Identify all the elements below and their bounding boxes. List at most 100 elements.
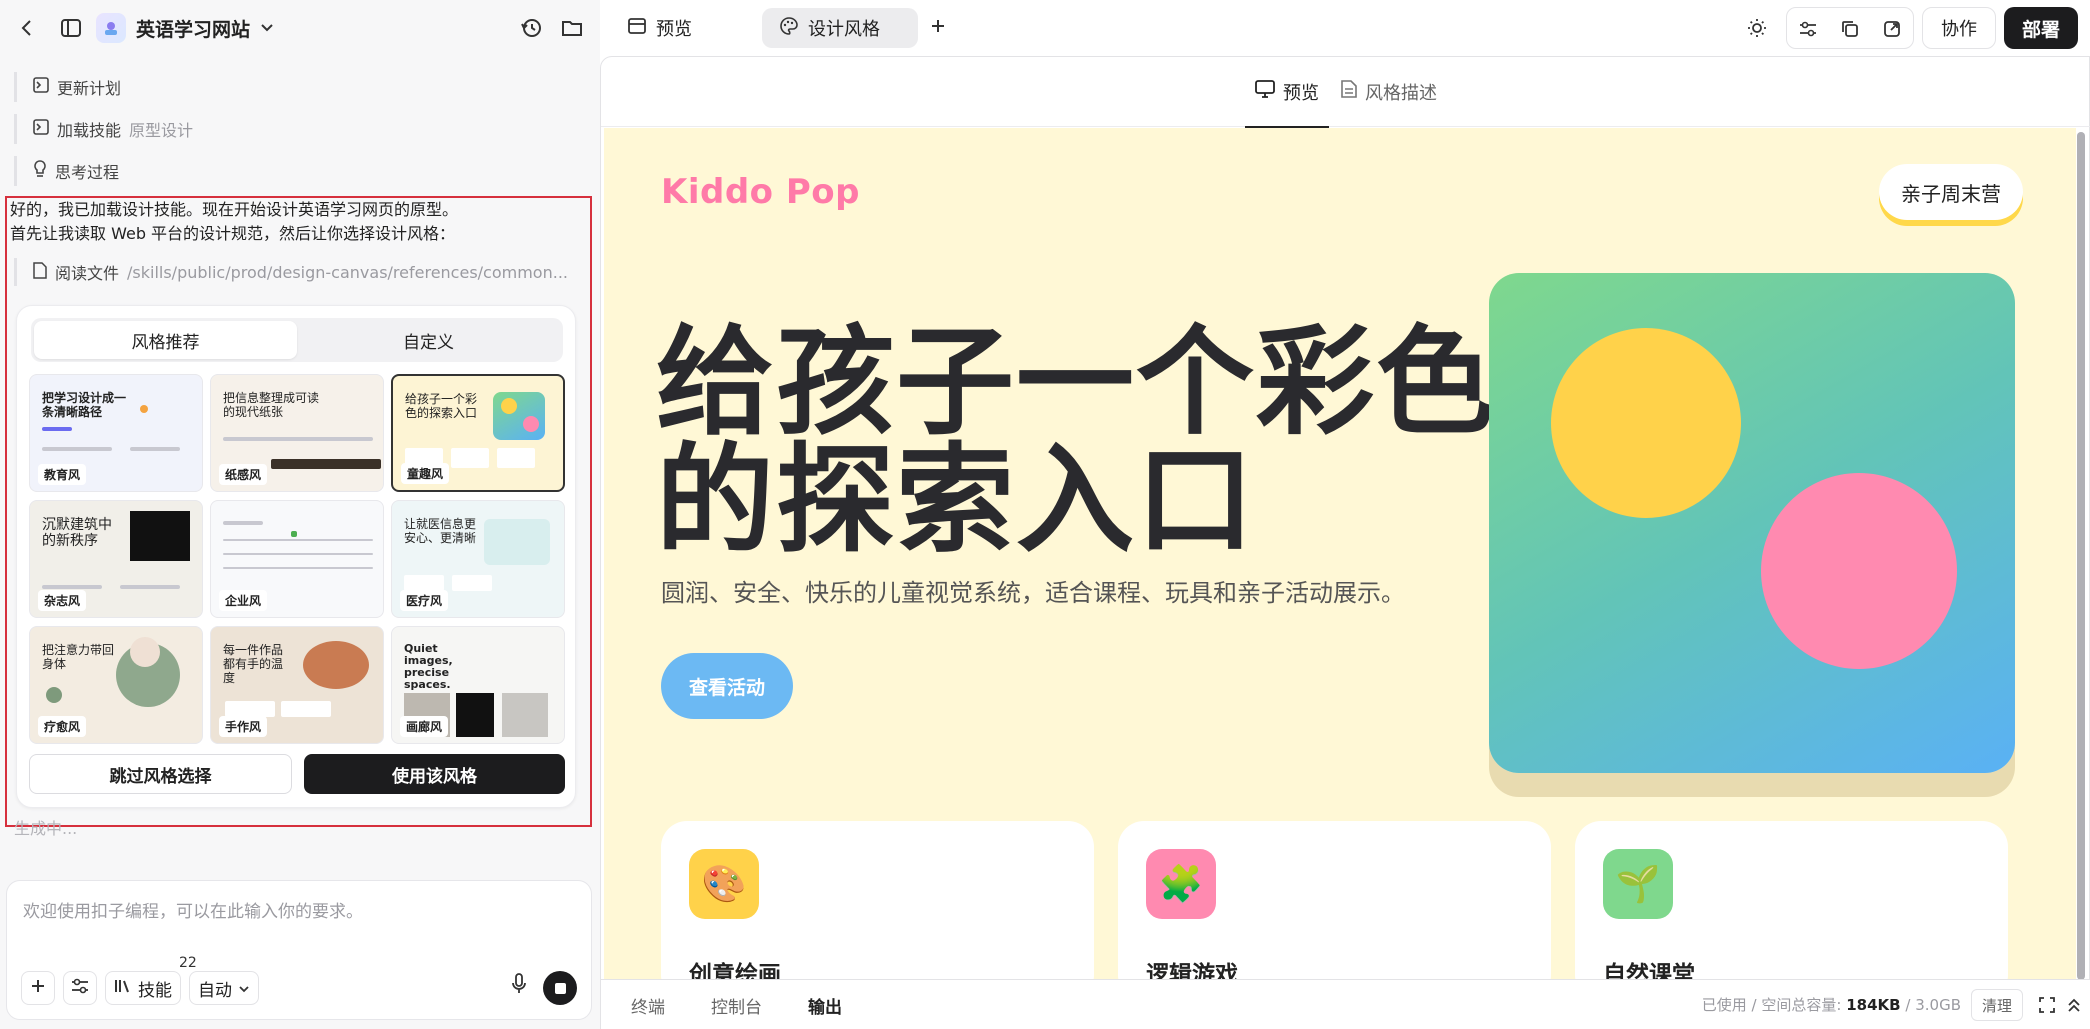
chat-panel: 英语学习网站 更新计划 加载技能 原型设计 思考过程 好的，我已加载设计技能。现 <box>0 0 600 1029</box>
stop-button[interactable] <box>543 971 577 1005</box>
style-label: 企业风 <box>219 590 268 611</box>
style-thumb-healing[interactable]: 把注意力带回身体 疗愈风 <box>29 626 203 744</box>
prompt-placeholder: 欢迎使用扣子编程，可以在此输入你的要求。 <box>23 902 363 922</box>
feature-card[interactable]: 🎨 创意绘画 <box>661 821 1094 980</box>
mode-select[interactable]: 自动 <box>189 971 259 1005</box>
hero-title: 给孩子一个彩色 的探索入口 <box>656 323 1496 559</box>
style-thumb-gallery[interactable]: Quiet images, precise spaces. 画廊风 <box>391 626 565 744</box>
open-external-icon[interactable] <box>1871 8 1913 48</box>
sliders-icon <box>71 978 89 999</box>
weekend-camp-button[interactable]: 亲子周末营 <box>1879 164 2023 220</box>
mic-icon[interactable] <box>511 973 527 999</box>
tab-terminal[interactable]: 终端 <box>631 993 665 1018</box>
read-file-path: /skills/public/prod/design-canvas/refere… <box>127 262 568 282</box>
feature-title: 创意绘画 <box>689 962 781 980</box>
assistant-message-line2: 首先让我读取 Web 平台的设计规范，然后让你选择设计风格： <box>10 224 456 243</box>
skills-button[interactable]: 技能 <box>105 971 181 1005</box>
terminal-icon <box>33 77 49 97</box>
folder-icon[interactable] <box>561 18 583 38</box>
feature-card[interactable]: 🧩 逻辑游戏 <box>1118 821 1551 980</box>
style-thumb-enterprise[interactable]: 企业风 <box>210 500 384 618</box>
add-button[interactable] <box>21 971 55 1005</box>
tab-custom[interactable]: 自定义 <box>297 321 560 359</box>
style-label: 童趣风 <box>401 463 450 484</box>
tab-console[interactable]: 控制台 <box>711 993 762 1018</box>
style-thumb-medical[interactable]: 让就医信息更安心、更清晰 医疗风 <box>391 500 565 618</box>
sprout-icon: 🌱 <box>1603 849 1673 919</box>
deploy-button[interactable]: 部署 <box>2003 7 2078 49</box>
hero-title-line1: 给孩子一个彩色 <box>656 313 1497 451</box>
status-text: 生成中... <box>14 819 78 838</box>
tab-design-style[interactable]: 设计风格 <box>762 8 918 48</box>
style-thumb-magazine[interactable]: 沉默建筑中的新秩序 杂志风 <box>29 500 203 618</box>
preview-frame: 预览 风格描述 Kiddo Pop 亲子周末营 给孩子一个彩色 的探索入口 圆润… <box>600 56 2090 1029</box>
step-label: 加载技能 <box>57 121 122 140</box>
palette-icon <box>780 16 798 40</box>
copy-icon[interactable] <box>1829 8 1871 48</box>
brand-logo[interactable]: Kiddo Pop <box>661 172 860 212</box>
terminal-icon <box>33 119 49 139</box>
browser-icon <box>628 17 646 39</box>
style-thumb-handmade[interactable]: 每一件作品都有手的温度 手作风 <box>210 626 384 744</box>
hero-subtitle: 圆润、安全、快乐的儿童视觉系统，适合课程、玩具和亲子活动展示。 <box>661 579 1405 607</box>
add-tab-button[interactable] <box>918 8 958 48</box>
preview-scrollbar[interactable] <box>2077 132 2085 980</box>
lightbulb-icon <box>33 160 47 182</box>
skip-style-button[interactable]: 跳过风格选择 <box>29 754 292 794</box>
usage-label: 已使用 / 空间总容量: <box>1701 996 1842 1014</box>
assistant-message-line1: 好的，我已加载设计技能。现在开始设计英语学习网页的原型。 <box>10 200 459 219</box>
prompt-input[interactable]: 欢迎使用扣子编程，可以在此输入你的要求。 22 技能 自动 <box>6 880 592 1020</box>
hero-illustration <box>1489 273 2015 773</box>
sidebar-toggle-icon[interactable] <box>60 18 82 38</box>
view-activities-button[interactable]: 查看活动 <box>661 653 794 719</box>
style-label: 医疗风 <box>400 590 449 611</box>
style-card-actions: 跳过风格选择 使用该风格 <box>29 754 565 794</box>
subtab-preview[interactable]: 预览 <box>1245 57 1329 128</box>
read-file-label: 阅读文件 <box>55 264 120 283</box>
style-thumb-paper[interactable]: 把信息整理成可读的现代纸张 纸感风 <box>210 374 384 492</box>
style-thumb-education[interactable]: 把学习设计成一条清晰路径 教育风 <box>29 374 203 492</box>
chevron-down-icon <box>238 978 250 998</box>
preview-subtabs: 预览 风格描述 <box>601 57 2090 128</box>
scrollbar-thumb[interactable] <box>2077 132 2085 980</box>
project-title[interactable]: 英语学习网站 <box>136 15 250 42</box>
step-update-plan[interactable]: 更新计划 <box>14 72 121 102</box>
use-style-button[interactable]: 使用该风格 <box>304 754 565 794</box>
read-file-step[interactable]: 阅读文件 /skills/public/prod/design-canvas/r… <box>14 258 574 286</box>
feature-title: 逻辑游戏 <box>1146 962 1238 980</box>
collapse-up-icon[interactable] <box>2067 997 2081 1017</box>
usage-total: 3.0GB <box>1915 996 1961 1014</box>
thumb-heading: 让就医信息更安心、更清晰 <box>404 517 477 545</box>
collab-button[interactable]: 协作 <box>1921 7 1996 49</box>
tab-preview[interactable]: 预览 <box>610 8 710 48</box>
tab-recommended[interactable]: 风格推荐 <box>34 321 297 359</box>
palette-icon: 🎨 <box>689 849 759 919</box>
thumb-heading: Quiet images, precise spaces. <box>404 642 453 691</box>
style-label: 纸感风 <box>219 464 268 485</box>
usage-sep: / <box>1905 996 1911 1014</box>
style-label: 疗愈风 <box>38 716 87 737</box>
tab-output[interactable]: 输出 <box>808 993 842 1018</box>
back-icon[interactable] <box>20 18 34 38</box>
history-icon[interactable] <box>520 17 542 39</box>
thumb-heading: 每一件作品都有手的温度 <box>223 643 284 685</box>
step-load-skill[interactable]: 加载技能 原型设计 <box>14 114 193 144</box>
books-icon <box>114 978 132 999</box>
feature-card[interactable]: 🌱 自然课堂 <box>1575 821 2008 980</box>
step-thinking[interactable]: 思考过程 <box>14 156 119 186</box>
bottom-panel-bar: 终端 控制台 输出 已使用 / 空间总容量: 184KB / 3.0GB 清理 <box>601 979 2090 1029</box>
puzzle-icon: 🧩 <box>1146 849 1216 919</box>
chevron-down-icon[interactable] <box>260 23 274 33</box>
subtab-label: 风格描述 <box>1365 82 1437 104</box>
clean-button[interactable]: 清理 <box>1970 989 2023 1021</box>
fullscreen-icon[interactable] <box>2039 997 2055 1017</box>
style-thumb-kids[interactable]: 给孩子一个彩色的探索入口 童趣风 <box>391 374 565 492</box>
settings-button[interactable] <box>63 971 97 1005</box>
adjust-icon[interactable] <box>1787 8 1829 48</box>
toolbar-group <box>1785 7 1914 49</box>
theme-sun-icon[interactable] <box>1736 7 1778 49</box>
subtab-label: 预览 <box>1283 82 1319 104</box>
style-label: 画廊风 <box>400 716 449 737</box>
subtab-style-description[interactable]: 风格描述 <box>1341 57 1437 127</box>
yellow-circle <box>1551 328 1741 518</box>
